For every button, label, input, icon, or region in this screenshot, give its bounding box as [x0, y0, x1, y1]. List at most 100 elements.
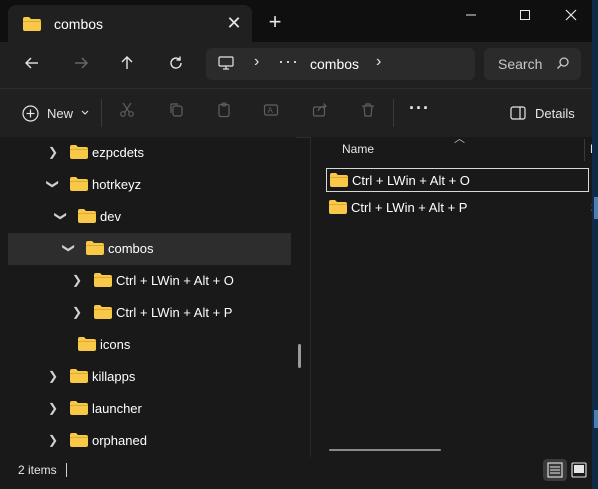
arrow-left-icon	[25, 57, 38, 69]
details-label: Details	[535, 105, 575, 121]
toolbar-divider	[101, 99, 102, 127]
tree-item-label: icons	[100, 337, 131, 352]
forward-button[interactable]	[69, 54, 93, 76]
tree-item-hotrkeyz[interactable]: ❯ hotrkeyz	[8, 169, 291, 201]
navigation-bar: › ··· combos › Search	[0, 42, 592, 88]
folder-icon	[78, 337, 96, 356]
horizontal-scrollbar[interactable]	[329, 449, 441, 451]
chevron-right-icon[interactable]: ❯	[46, 401, 60, 415]
tree-item-combos[interactable]: ❯ combos	[8, 233, 291, 265]
refresh-icon	[170, 56, 182, 69]
list-item[interactable]: Ctrl + LWin + Alt + O 3	[326, 168, 598, 192]
copy-icon	[170, 103, 183, 117]
folder-icon	[70, 177, 88, 196]
chevron-right-icon[interactable]: ❯	[46, 433, 60, 447]
navigation-pane-scrollbar[interactable]	[298, 344, 301, 368]
toolbar-divider	[393, 99, 394, 127]
search-box[interactable]: Search	[484, 48, 581, 80]
close-icon	[565, 9, 577, 21]
close-window-button[interactable]	[554, 6, 588, 28]
item-count: 2 items	[18, 463, 57, 477]
tree-item-icons[interactable]: icons	[8, 329, 291, 361]
paste-button[interactable]	[216, 102, 232, 124]
chevron-down-icon[interactable]: ❯	[62, 241, 76, 255]
tree-item-orphaned[interactable]: ❯ orphaned	[8, 425, 291, 457]
file-explorer-window: combos ✕ + › ··· combos › Search New A ·…	[0, 0, 598, 489]
maximize-button[interactable]	[508, 6, 542, 28]
tiles-view-button[interactable]	[567, 459, 591, 481]
this-pc-icon[interactable]	[218, 56, 234, 76]
chevron-down-icon[interactable]: ❯	[46, 177, 60, 191]
tree-item-label: ezpcdets	[92, 145, 145, 160]
clipboard-icon	[218, 102, 230, 118]
folder-icon	[94, 305, 112, 324]
folder-icon	[329, 200, 347, 219]
tree-item-label: orphaned	[92, 433, 147, 448]
new-button-label: New	[47, 105, 74, 121]
close-tab-icon[interactable]: ✕	[224, 13, 244, 33]
tree-item-label: launcher	[92, 401, 142, 416]
chevron-down-icon[interactable]: ❯	[54, 209, 68, 223]
details-view-button[interactable]	[543, 459, 567, 481]
back-button[interactable]	[20, 54, 44, 76]
chevron-right-icon[interactable]: ❯	[46, 369, 60, 383]
breadcrumb-current[interactable]: combos	[310, 56, 359, 72]
tab-title: combos	[54, 16, 104, 32]
tree-item-ctrl-lwin-alt-p[interactable]: ❯ Ctrl + LWin + Alt + P	[8, 297, 291, 329]
folder-icon	[78, 209, 96, 228]
command-bar: New A ··· Details	[0, 88, 592, 138]
tree-item-ctrl-lwin-alt-o[interactable]: ❯ Ctrl + LWin + Alt + O	[8, 265, 291, 297]
delete-button[interactable]	[360, 102, 376, 124]
background-detail	[594, 410, 598, 428]
share-icon	[312, 103, 327, 117]
folder-icon	[70, 401, 88, 420]
tree-item-killapps[interactable]: ❯ killapps	[8, 361, 291, 393]
breadcrumb-chevron-icon[interactable]: ›	[376, 53, 381, 71]
more-options-button[interactable]: ···	[409, 98, 430, 120]
tree-item-ezpcdets[interactable]: ❯ ezpcdets	[8, 137, 291, 169]
maximize-icon	[520, 10, 530, 20]
rename-icon: A	[263, 104, 279, 116]
tree-item-label: Ctrl + LWin + Alt + P	[116, 305, 233, 320]
list-item[interactable]: Ctrl + LWin + Alt + P 3	[326, 196, 598, 220]
list-item-name: Ctrl + LWin + Alt + O	[352, 173, 470, 188]
up-button[interactable]	[115, 54, 139, 76]
chevron-right-icon[interactable]: ❯	[46, 145, 60, 159]
list-item-name: Ctrl + LWin + Alt + P	[351, 200, 468, 215]
folder-icon	[70, 433, 88, 452]
chevron-right-icon[interactable]: ❯	[70, 305, 84, 319]
chevron-right-icon[interactable]: ❯	[70, 273, 84, 287]
breadcrumb-chevron-icon[interactable]: ›	[254, 53, 259, 71]
tree-item-dev[interactable]: ❯ dev	[8, 201, 291, 233]
new-tab-button[interactable]: +	[264, 11, 286, 34]
tree-item-label: killapps	[92, 369, 136, 384]
tab-combos[interactable]: combos ✕	[8, 5, 252, 42]
details-button[interactable]: Details	[510, 102, 575, 124]
share-button[interactable]	[312, 102, 328, 124]
folder-icon	[86, 241, 104, 260]
folder-icon	[23, 17, 41, 36]
rename-button[interactable]: A	[263, 102, 279, 124]
details-pane-icon	[510, 106, 526, 120]
status-bar: 2 items	[0, 457, 592, 485]
breadcrumb-overflow[interactable]: ···	[278, 51, 299, 72]
tree-item-label: combos	[108, 241, 154, 256]
new-button[interactable]: New	[22, 102, 89, 124]
copy-button[interactable]	[168, 102, 184, 124]
minimize-button[interactable]	[454, 6, 488, 28]
title-bar: combos ✕ +	[0, 0, 592, 42]
column-headers: ︿ Name D	[311, 133, 598, 163]
search-icon	[556, 56, 570, 75]
refresh-button[interactable]	[164, 54, 188, 76]
tree-item-launcher[interactable]: ❯ launcher	[8, 393, 291, 425]
file-list: ︿ Name D Ctrl + LWin + Alt + O 3 Ctrl + …	[311, 133, 598, 457]
trash-icon	[362, 103, 374, 117]
scissors-icon	[120, 102, 134, 117]
cut-button[interactable]	[119, 102, 135, 124]
chevron-down-icon	[81, 110, 89, 115]
address-bar[interactable]: › ··· combos ›	[206, 48, 475, 80]
tree-item-label: hotrkeyz	[92, 177, 142, 192]
column-header-name[interactable]: Name	[342, 142, 374, 156]
search-input[interactable]: Search	[498, 56, 542, 72]
column-resize-handle[interactable]	[584, 139, 585, 161]
